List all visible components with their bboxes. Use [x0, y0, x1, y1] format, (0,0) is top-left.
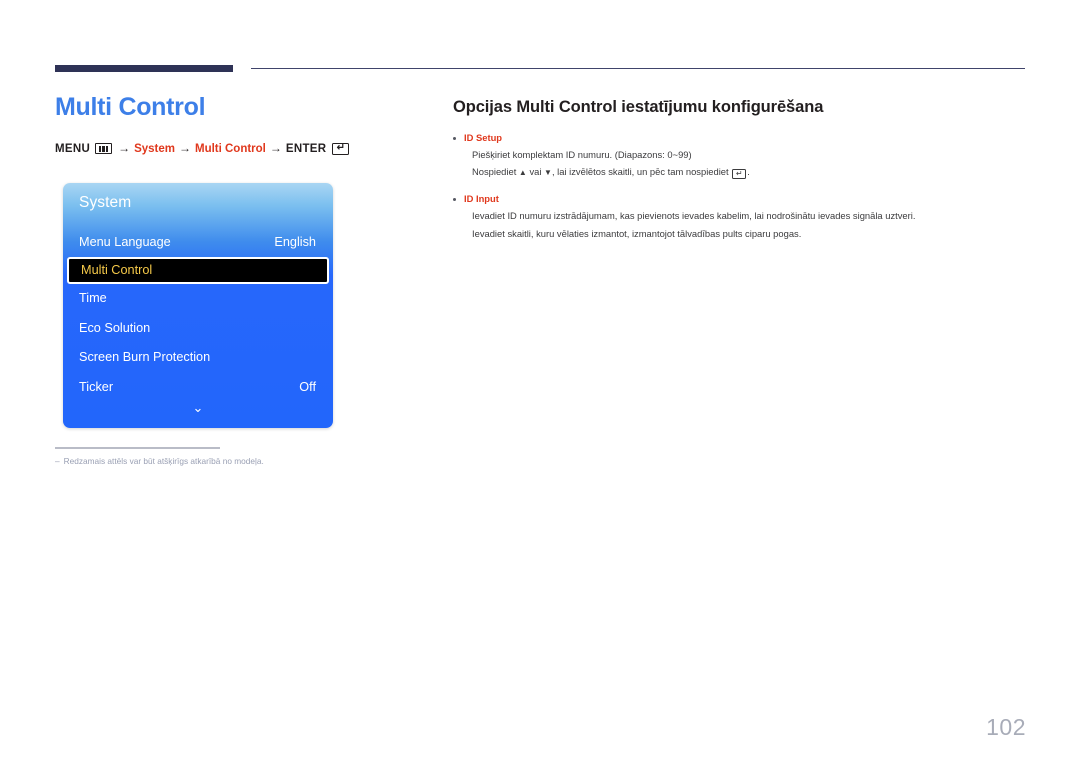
- osd-item-label: Screen Burn Protection: [79, 350, 211, 365]
- bullet-body: Piešķiriet komplektam ID numuru. (Diapaz…: [472, 147, 1025, 180]
- breadcrumb-item-multi-control: Multi Control: [194, 142, 266, 155]
- osd-item-value: Off: [299, 379, 316, 394]
- page-number: 102: [986, 714, 1026, 740]
- bullet-heading-row: ID Setup: [453, 131, 1025, 145]
- osd-item-menu-language[interactable]: Menu Language English: [63, 227, 333, 257]
- chevron-down-icon[interactable]: ⌄: [63, 401, 333, 414]
- line-text-middle: vai: [529, 166, 542, 178]
- breadcrumb: MENU → System → Multi Control → ENTER ↵: [55, 140, 415, 156]
- footnote-text-row: – Redzamais attēls var būt atšķirīgs atk…: [55, 456, 385, 468]
- footnote-text: Redzamais attēls var būt atšķirīgs atkar…: [63, 455, 264, 466]
- osd-title: System: [79, 194, 132, 211]
- line-text-end: .: [747, 166, 750, 178]
- osd-item-label: Menu Language: [79, 234, 171, 249]
- osd-item-time[interactable]: Time: [63, 284, 333, 314]
- left-column: Multi Control MENU → System → Multi Cont…: [55, 93, 415, 156]
- bullet-heading-row: ID Input: [453, 192, 1025, 206]
- section-title: Opcijas Multi Control iestatījumu konfig…: [453, 98, 824, 116]
- line-text-after: , lai izvēlētos skaitli, un pēc tam nosp…: [551, 166, 729, 178]
- arrow-up-icon: ▲: [518, 168, 527, 178]
- osd-item-ticker[interactable]: Ticker Off: [63, 372, 333, 402]
- breadcrumb-item-system: System: [134, 142, 175, 155]
- osd-menu-list: Menu Language English Multi Control Time…: [63, 227, 333, 402]
- menu-grid-icon: [95, 143, 113, 154]
- osd-item-eco-solution[interactable]: Eco Solution: [63, 313, 333, 343]
- osd-item-screen-burn-protection[interactable]: Screen Burn Protection: [63, 343, 333, 373]
- bullet-dot-icon: [453, 137, 456, 140]
- manual-page: Multi Control MENU → System → Multi Cont…: [0, 0, 1080, 763]
- bullet-line: Ievadiet skaitli, kuru vēlaties izmantot…: [472, 227, 802, 239]
- osd-item-label: Ticker: [79, 379, 114, 394]
- osd-item-value: English: [274, 234, 316, 249]
- breadcrumb-arrow-3: →: [269, 140, 282, 155]
- page-title: Multi Control: [55, 93, 206, 121]
- footnote: – Redzamais attēls var būt atšķirīgs atk…: [55, 447, 385, 467]
- enter-key-icon: ↵: [732, 169, 747, 180]
- bullet-block-id-input: ID Input Ievadiet ID numuru izstrādājuma…: [453, 192, 1025, 241]
- breadcrumb-arrow-2: →: [178, 140, 191, 155]
- osd-item-multi-control[interactable]: Multi Control: [67, 256, 329, 284]
- bullet-dot-icon: [453, 198, 456, 202]
- osd-item-label: Multi Control: [81, 263, 153, 277]
- header-rules: [55, 65, 1025, 75]
- bullet-line: Ievadiet ID numuru izstrādājumam, kas pi…: [472, 210, 916, 222]
- line-text-before: Nospiediet: [472, 166, 517, 178]
- breadcrumb-menu-label: MENU: [55, 142, 91, 155]
- right-column: Opcijas Multi Control iestatījumu konfig…: [453, 98, 1025, 253]
- bullet-body: Ievadiet ID numuru izstrādājumam, kas pi…: [472, 208, 1025, 240]
- footnote-dash: –: [55, 455, 60, 466]
- enter-key-icon: ↵: [332, 142, 350, 155]
- bullet-line: Piešķiriet komplektam ID numuru. (Diapaz…: [472, 149, 692, 161]
- osd-item-label: Time: [79, 291, 107, 306]
- bullet-line-with-keys: Nospiediet ▲ vai ▼, lai izvēlētos skaitl…: [472, 164, 1025, 180]
- header-rule-thin: [251, 68, 1025, 69]
- bullet-block-id-setup: ID Setup Piešķiriet komplektam ID numuru…: [453, 131, 1025, 180]
- enter-key-glyph: ↵: [735, 169, 743, 179]
- bullet-heading: ID Input: [464, 193, 499, 205]
- footnote-rule: [55, 447, 220, 449]
- breadcrumb-enter-label: ENTER: [285, 142, 327, 155]
- enter-key-glyph: ↵: [336, 142, 346, 153]
- breadcrumb-arrow-1: →: [118, 140, 131, 155]
- arrow-down-icon: ▼: [544, 168, 552, 178]
- osd-item-label: Eco Solution: [79, 320, 151, 335]
- osd-panel-system: System Menu Language English Multi Contr…: [63, 183, 333, 428]
- bullet-heading: ID Setup: [464, 132, 503, 143]
- header-rule-thick: [55, 65, 233, 72]
